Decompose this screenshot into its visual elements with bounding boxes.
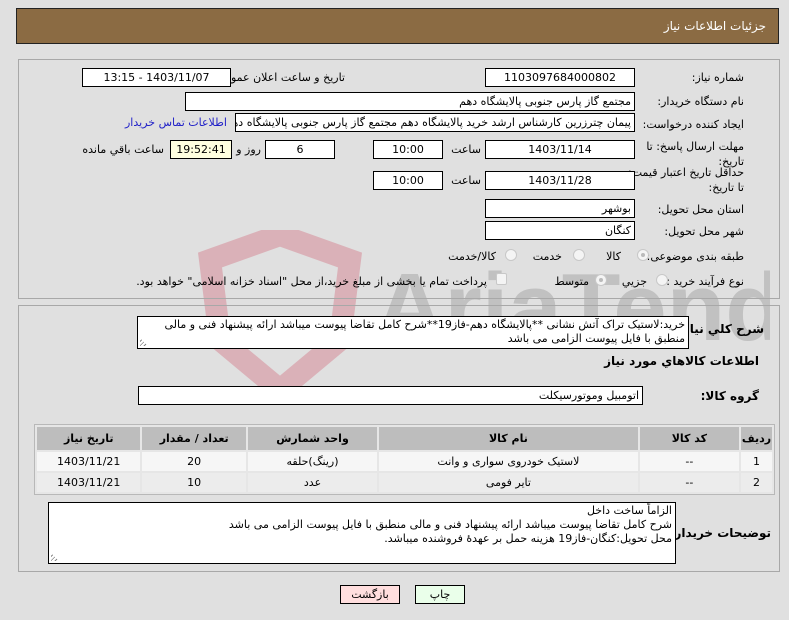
col-unit: واحد شمارش (247, 427, 378, 450)
price-valid-label: حداقل تاریخ اعتبار قیمت: تا تاریخ: (628, 166, 744, 194)
row-name: تایر فومی (379, 473, 638, 492)
category-radio-service[interactable] (573, 249, 585, 261)
row-unit: (رینگ)حلقه (247, 452, 378, 471)
table-row: 1 -- لاستیک خودروی سواری و وانت (رینگ)حل… (37, 452, 772, 471)
requester-field: پیمان چترزرین کارشناس ارشد خرید پالایشگا… (235, 113, 635, 132)
back-button[interactable]: بازگشت (340, 585, 400, 604)
goods-section-title: اطلاعات كالاهاي مورد نياز (604, 354, 759, 368)
price-valid-date-field: 1403/11/28 (485, 171, 635, 190)
province-field: بوشهر (485, 199, 635, 218)
province-label: استان محل تحویل: (657, 203, 744, 216)
goods-table: رديف كد كالا نام كالا واحد شمارش تعداد /… (34, 424, 775, 495)
category-radio-goods-service[interactable] (505, 249, 517, 261)
goods-group-field: اتومبیل وموتورسیکلت (138, 386, 643, 405)
resize-grip-icon[interactable] (51, 553, 59, 561)
col-name: نام كالا (379, 427, 638, 450)
category-option-goods: کالا (606, 250, 621, 263)
process-option-minor: جزیي (621, 275, 647, 288)
treasury-checkbox[interactable] (496, 273, 507, 285)
announce-label: تاریخ و ساعت اعلان عمومی: (212, 71, 345, 84)
city-field: کنگان (485, 221, 635, 240)
col-code: كد كالا (639, 427, 739, 450)
row-code: -- (639, 473, 739, 492)
table-row: 2 -- تایر فومی عدد 10 1403/11/21 (37, 473, 772, 492)
page-header: جزئیات اطلاعات نیاز (16, 8, 779, 44)
buyer-notes-line: الزاماً ساخت داخل (586, 504, 672, 517)
summary-textarea[interactable]: خرید:لاستیک تراک آتش نشانی **پالایشگاه د… (137, 316, 689, 349)
buyer-notes-line: شرح کامل تقاضا پیوست میباشد ارائه پیشنها… (228, 518, 672, 531)
price-valid-time-field: 10:00 (373, 171, 443, 190)
category-label: طبقه بندی موضوعی: (646, 250, 744, 263)
row-unit: عدد (247, 473, 378, 492)
row-date: 1403/11/21 (37, 473, 141, 492)
resize-grip-icon[interactable] (140, 338, 148, 346)
treasury-checkbox-label: پرداخت تمام یا بخشی از مبلغ خرید،از محل … (136, 275, 487, 288)
col-qty: تعداد / مقدار (142, 427, 246, 450)
goods-table-header: رديف كد كالا نام كالا واحد شمارش تعداد /… (37, 427, 772, 450)
category-radio-goods[interactable] (637, 249, 649, 261)
reply-date-field: 1403/11/14 (485, 140, 635, 159)
row-date: 1403/11/21 (37, 452, 141, 471)
summary-label: شرح كلي نياز: (678, 322, 764, 336)
remaining-time-field: 19:52:41 (170, 140, 232, 159)
summary-text: خرید:لاستیک تراک آتش نشانی **پالایشگاه د… (164, 318, 685, 345)
col-date: تاریخ نیاز (37, 427, 141, 450)
row-index: 2 (740, 473, 772, 492)
col-index: رديف (740, 427, 772, 450)
process-type-label: نوع فرآیند خرید : (666, 275, 744, 288)
process-radio-medium[interactable] (595, 274, 607, 286)
buyer-notes-label: توضیحات خریدار: (669, 526, 771, 540)
remaining-time-label: ساعت باقي مانده (82, 143, 164, 156)
requester-label: ایجاد کننده درخواست: (642, 118, 744, 131)
days-remaining-field: 6 (265, 140, 335, 159)
page-title: جزئیات اطلاعات نیاز (663, 19, 766, 33)
reply-time-label: ساعت (451, 143, 481, 156)
process-radio-minor[interactable] (656, 274, 668, 286)
buyer-org-label: نام دستگاه خریدار: (657, 95, 744, 108)
print-button[interactable]: چاپ (415, 585, 465, 604)
price-valid-time-label: ساعت (451, 174, 481, 187)
row-qty: 10 (142, 473, 246, 492)
days-label: روز و (236, 143, 261, 156)
buyer-notes-line: محل تحویل:کنگان-فاز19 هزینه حمل بر عهدهٔ… (384, 532, 672, 545)
reply-time-field: 10:00 (373, 140, 443, 159)
row-name: لاستیک خودروی سواری و وانت (379, 452, 638, 471)
goods-group-label: گروه كالا: (700, 389, 759, 403)
buyer-notes-textarea[interactable]: الزاماً ساخت داخل شرح کامل تقاضا پیوست م… (48, 502, 676, 564)
buyer-contact-link[interactable]: اطلاعات تماس خریدار (125, 116, 227, 129)
category-option-service: خدمت (532, 250, 562, 263)
process-option-medium: متوسط (554, 275, 589, 288)
need-number-field: 1103097684000802 (485, 68, 635, 87)
announce-datetime-field: 1403/11/07 - 13:15 (82, 68, 231, 87)
city-label: شهر محل تحویل: (664, 225, 744, 238)
row-qty: 20 (142, 452, 246, 471)
buyer-org-field: مجتمع گاز پارس جنوبی پالایشگاه دهم (185, 92, 635, 111)
category-option-goods-service: کالا/خدمت (448, 250, 496, 263)
row-index: 1 (740, 452, 772, 471)
row-code: -- (639, 452, 739, 471)
need-number-label: شماره نیاز: (691, 71, 744, 84)
